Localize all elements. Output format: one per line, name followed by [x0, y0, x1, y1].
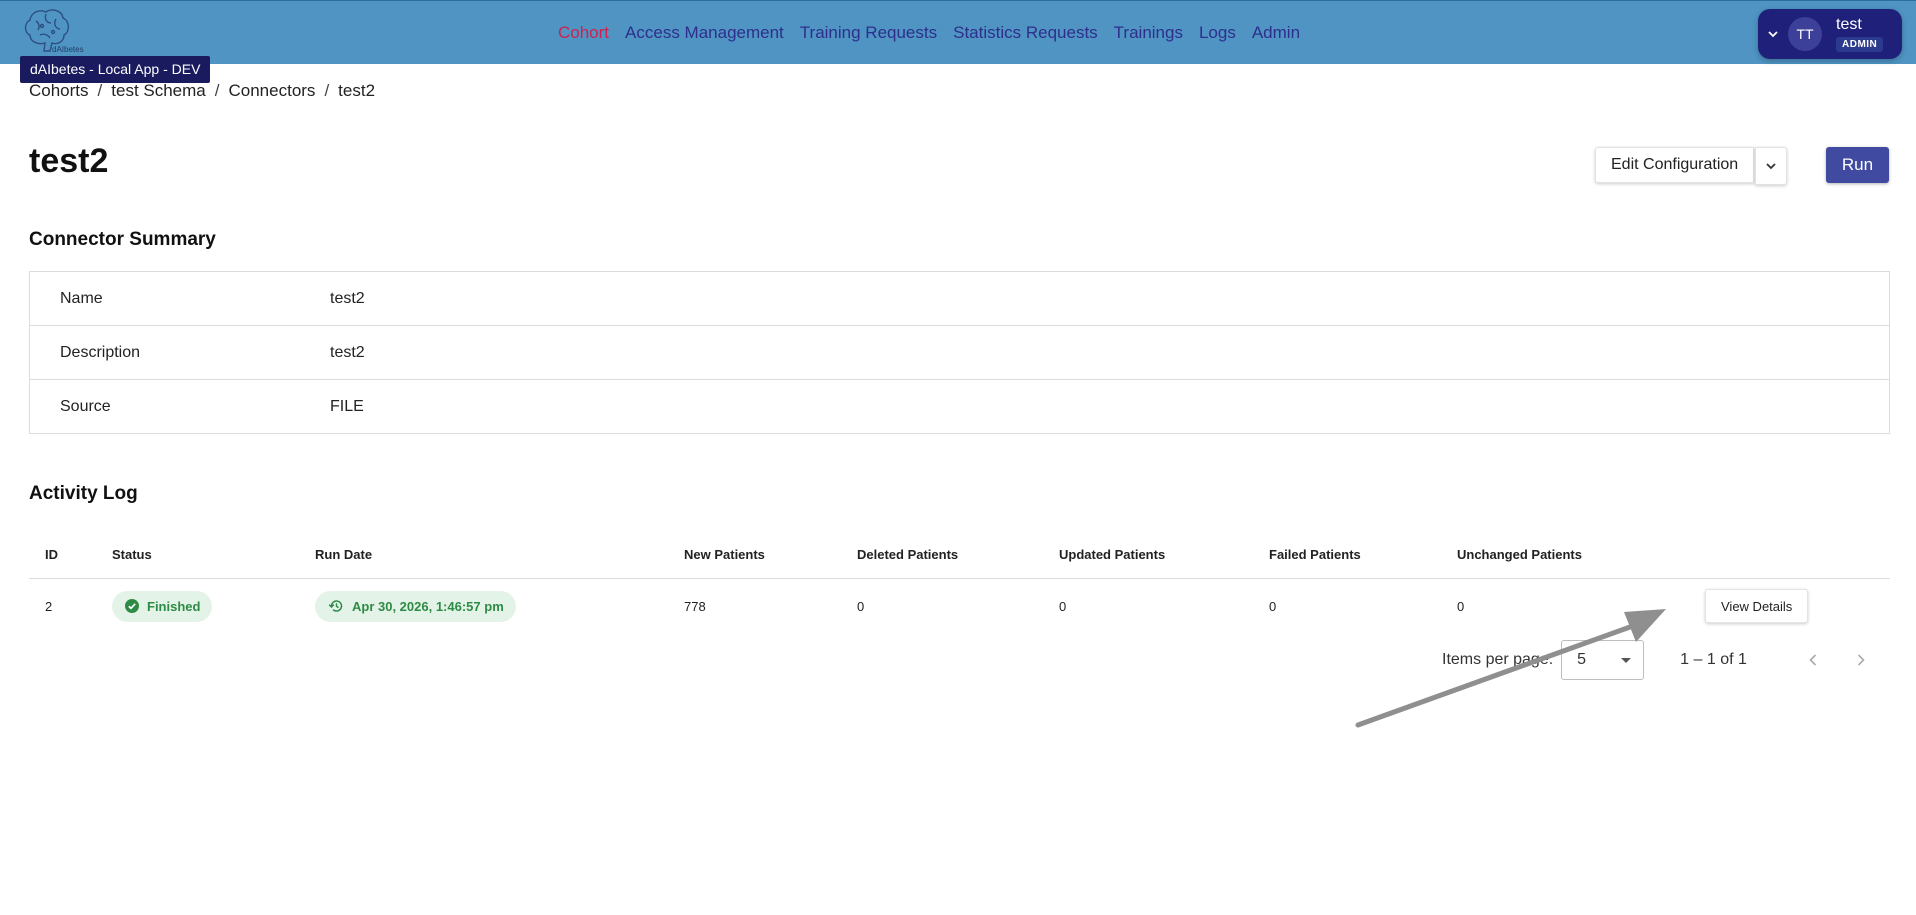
- status-text: Finished: [147, 598, 201, 614]
- summary-row-name: Name test2: [30, 272, 1889, 326]
- top-navigation-bar: dAIbetes Cohort Access Management Traini…: [0, 0, 1916, 64]
- column-header-updated-patients[interactable]: Updated Patients: [1059, 547, 1269, 562]
- page-title: test2: [29, 142, 109, 180]
- edit-options-dropdown-button[interactable]: [1755, 147, 1788, 185]
- summary-row-source: Source FILE: [30, 380, 1889, 433]
- view-details-button[interactable]: View Details: [1705, 589, 1809, 623]
- cell-run-date: Apr 30, 2026, 1:46:57 pm: [315, 590, 684, 622]
- breadcrumb-current: test2: [338, 81, 376, 100]
- items-per-page-label: Items per page:: [1442, 651, 1554, 668]
- run-date-badge: Apr 30, 2026, 1:46:57 pm: [315, 590, 516, 622]
- edit-configuration-button[interactable]: Edit Configuration: [1595, 147, 1755, 183]
- activity-log-table: ID Status Run Date New Patients Deleted …: [29, 530, 1890, 633]
- next-page-button[interactable]: [1841, 640, 1881, 680]
- chevron-left-icon: [1809, 654, 1816, 666]
- nav-item-training-requests[interactable]: Training Requests: [800, 23, 937, 43]
- dropdown-arrow-icon: [1621, 658, 1632, 663]
- breadcrumb-separator: /: [97, 81, 103, 100]
- summary-row-description: Description test2: [30, 326, 1889, 380]
- table-row: 2 Finished Apr 30, 2026, 1:46:57 pm 778: [29, 579, 1890, 633]
- status-badge: Finished: [112, 590, 213, 622]
- nav-item-cohort[interactable]: Cohort: [558, 23, 609, 43]
- summary-value: test2: [330, 343, 365, 361]
- annotation-arrow-icon: [1355, 609, 1666, 728]
- edit-configuration-group: Edit Configuration: [1595, 147, 1788, 185]
- breadcrumb-cohorts[interactable]: Cohorts: [29, 81, 89, 101]
- items-per-page-select[interactable]: 5: [1561, 640, 1645, 680]
- cell-id: 2: [45, 598, 53, 614]
- column-header-deleted-patients[interactable]: Deleted Patients: [857, 547, 1059, 562]
- breadcrumb-connectors[interactable]: Connectors: [229, 81, 316, 101]
- items-per-page-value: 5: [1577, 651, 1587, 668]
- column-header-failed-patients[interactable]: Failed Patients: [1269, 547, 1457, 562]
- connector-summary-table: Name test2 Description test2 Source FILE: [29, 271, 1890, 434]
- breadcrumb-schema[interactable]: test Schema: [111, 81, 206, 101]
- history-icon: [328, 600, 343, 612]
- activity-log-heading: Activity Log: [29, 483, 138, 504]
- column-header-run-date[interactable]: Run Date: [315, 547, 684, 562]
- summary-label: Source: [60, 397, 111, 415]
- page-range-label: 1 – 1 of 1: [1680, 651, 1747, 668]
- previous-page-button[interactable]: [1793, 640, 1833, 680]
- user-name: test: [1836, 16, 1862, 33]
- run-button[interactable]: Run: [1826, 147, 1889, 183]
- main-nav: Cohort Access Management Training Reques…: [558, 1, 1316, 65]
- column-header-status[interactable]: Status: [112, 547, 315, 562]
- breadcrumb-separator: /: [214, 81, 220, 100]
- nav-item-logs[interactable]: Logs: [1199, 23, 1236, 43]
- cell-actions: View Details: [1694, 589, 1890, 623]
- summary-value: test2: [330, 289, 365, 307]
- user-role-badge: ADMIN: [1836, 37, 1884, 52]
- cell-updated-patients: 0: [1059, 598, 1067, 614]
- breadcrumb-separator: /: [324, 81, 330, 100]
- cell-new-patients: 778: [684, 598, 706, 614]
- column-header-id[interactable]: ID: [29, 547, 112, 562]
- environment-badge: dAIbetes - Local App - DEV: [20, 56, 211, 83]
- column-header-unchanged-patients[interactable]: Unchanged Patients: [1457, 547, 1694, 562]
- summary-label: Name: [60, 289, 103, 307]
- column-header-new-patients[interactable]: New Patients: [684, 547, 857, 562]
- user-info: test ADMIN: [1836, 16, 1884, 52]
- avatar: TT: [1788, 17, 1822, 51]
- breadcrumb: Cohorts / test Schema / Connectors / tes…: [29, 81, 375, 101]
- nav-item-statistics-requests[interactable]: Statistics Requests: [953, 23, 1098, 43]
- cell-deleted-patients: 0: [857, 598, 865, 614]
- nav-item-access-management[interactable]: Access Management: [625, 23, 784, 43]
- paginator: Items per page: 5 1 – 1 of 1: [1442, 640, 1881, 680]
- chevron-right-icon: [1857, 654, 1865, 666]
- nav-item-trainings[interactable]: Trainings: [1114, 23, 1183, 43]
- summary-label: Description: [60, 343, 141, 361]
- cell-status: Finished: [112, 590, 315, 622]
- chevron-down-icon: [1768, 27, 1782, 41]
- user-menu-button[interactable]: TT test ADMIN: [1758, 9, 1902, 59]
- run-date-text: Apr 30, 2026, 1:46:57 pm: [352, 598, 504, 614]
- summary-value: FILE: [330, 397, 364, 415]
- cell-unchanged-patients: 0: [1457, 598, 1465, 614]
- nav-item-admin[interactable]: Admin: [1252, 23, 1300, 43]
- table-header-row: ID Status Run Date New Patients Deleted …: [29, 530, 1890, 579]
- check-circle-icon: [125, 599, 139, 613]
- connector-summary-heading: Connector Summary: [29, 229, 216, 250]
- chevron-down-icon: [1766, 162, 1776, 169]
- logo-caption: dAIbetes: [52, 45, 84, 54]
- cell-failed-patients: 0: [1269, 598, 1277, 614]
